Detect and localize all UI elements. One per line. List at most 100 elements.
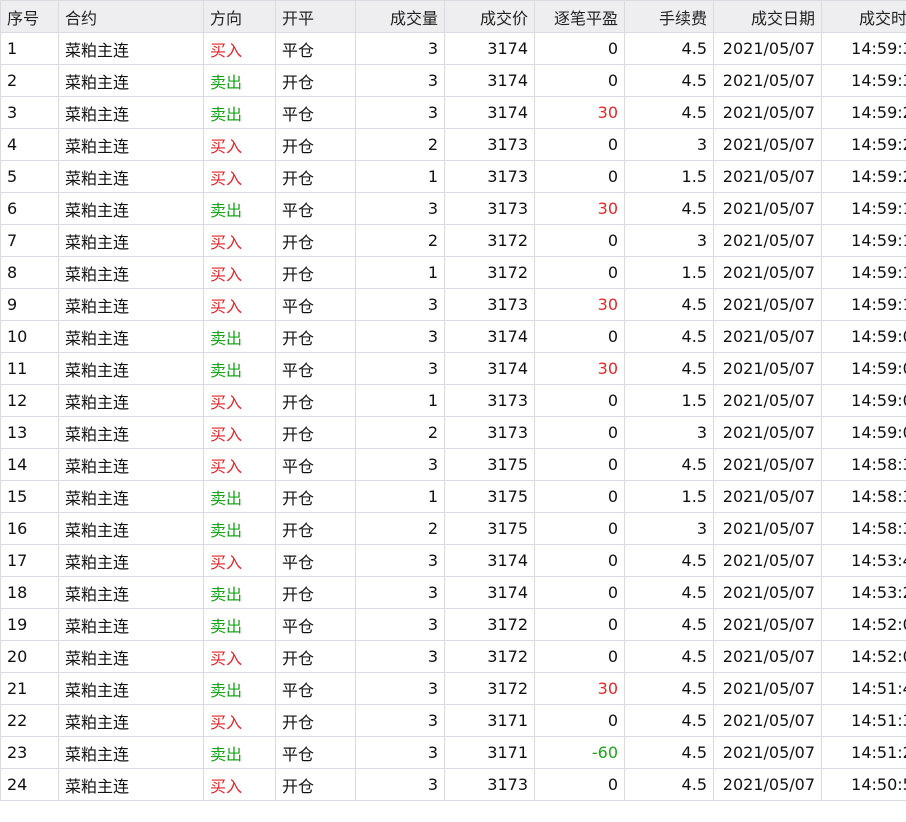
- cell-seq: 8: [0, 256, 59, 289]
- table-row[interactable]: 6菜粕主连卖出平仓33173304.52021/05/0714:59:19: [0, 192, 906, 225]
- cell-direction: 买入: [203, 416, 276, 449]
- cell-time: 14:51:22: [821, 736, 906, 769]
- cell-price: 3175: [444, 480, 535, 513]
- cell-direction: 买入: [203, 704, 276, 737]
- cell-date: 2021/05/07: [713, 672, 822, 705]
- cell-qty: 3: [355, 768, 445, 801]
- cell-fee: 4.5: [624, 768, 714, 801]
- cell-openclose: 平仓: [275, 352, 356, 385]
- table-row[interactable]: 5菜粕主连买入开仓1317301.52021/05/0714:59:21: [0, 160, 906, 193]
- cell-direction: 买入: [203, 128, 276, 161]
- cell-pnl: 0: [534, 544, 625, 577]
- cell-fee: 3: [624, 224, 714, 257]
- cell-qty: 3: [355, 320, 445, 353]
- cell-time: 14:52:04: [821, 640, 906, 673]
- table-row[interactable]: 9菜粕主连买入平仓33173304.52021/05/0714:59:10: [0, 288, 906, 321]
- cell-qty: 1: [355, 384, 445, 417]
- cell-pnl: 30: [534, 288, 625, 321]
- column-header-pnl[interactable]: 逐笔平盈: [534, 0, 625, 33]
- cell-time: 14:59:30: [821, 64, 906, 97]
- cell-qty: 2: [355, 512, 445, 545]
- cell-contract: 菜粕主连: [58, 384, 204, 417]
- cell-pnl: 0: [534, 480, 625, 513]
- cell-date: 2021/05/07: [713, 704, 822, 737]
- table-row[interactable]: 22菜粕主连买入开仓3317104.52021/05/0714:51:35: [0, 704, 906, 737]
- column-header-qty[interactable]: 成交量: [355, 0, 445, 33]
- cell-seq: 22: [0, 704, 59, 737]
- cell-openclose: 开仓: [275, 512, 356, 545]
- cell-openclose: 开仓: [275, 64, 356, 97]
- cell-contract: 菜粕主连: [58, 544, 204, 577]
- cell-seq: 2: [0, 64, 59, 97]
- cell-direction: 卖出: [203, 480, 276, 513]
- table-row[interactable]: 20菜粕主连买入开仓3317204.52021/05/0714:52:04: [0, 640, 906, 673]
- table-row[interactable]: 8菜粕主连买入开仓1317201.52021/05/0714:59:18: [0, 256, 906, 289]
- cell-openclose: 平仓: [275, 32, 356, 65]
- cell-fee: 4.5: [624, 320, 714, 353]
- cell-direction: 买入: [203, 288, 276, 321]
- table-row[interactable]: 17菜粕主连买入平仓3317404.52021/05/0714:53:42: [0, 544, 906, 577]
- column-header-direction[interactable]: 方向: [203, 0, 276, 33]
- cell-time: 14:51:49: [821, 672, 906, 705]
- cell-seq: 4: [0, 128, 59, 161]
- table-row[interactable]: 24菜粕主连买入开仓3317304.52021/05/0714:50:59: [0, 768, 906, 801]
- column-header-price[interactable]: 成交价: [444, 0, 535, 33]
- cell-openclose: 平仓: [275, 192, 356, 225]
- cell-fee: 4.5: [624, 32, 714, 65]
- table-row[interactable]: 15菜粕主连卖出开仓1317501.52021/05/0714:58:31: [0, 480, 906, 513]
- cell-date: 2021/05/07: [713, 576, 822, 609]
- cell-fee: 4.5: [624, 736, 714, 769]
- cell-date: 2021/05/07: [713, 64, 822, 97]
- table-row[interactable]: 2菜粕主连卖出开仓3317404.52021/05/0714:59:30: [0, 64, 906, 97]
- cell-price: 3175: [444, 448, 535, 481]
- column-header-seq[interactable]: 序号: [0, 0, 59, 33]
- cell-openclose: 开仓: [275, 768, 356, 801]
- cell-pnl: 30: [534, 192, 625, 225]
- cell-qty: 3: [355, 352, 445, 385]
- table-row[interactable]: 18菜粕主连卖出开仓3317404.52021/05/0714:53:22: [0, 576, 906, 609]
- table-row[interactable]: 10菜粕主连卖出开仓3317404.52021/05/0714:59:06: [0, 320, 906, 353]
- cell-date: 2021/05/07: [713, 768, 822, 801]
- cell-date: 2021/05/07: [713, 544, 822, 577]
- table-row[interactable]: 1菜粕主连买入平仓3317404.52021/05/0714:59:33: [0, 32, 906, 65]
- cell-direction: 买入: [203, 256, 276, 289]
- cell-price: 3172: [444, 608, 535, 641]
- cell-direction: 卖出: [203, 192, 276, 225]
- cell-fee: 4.5: [624, 64, 714, 97]
- cell-date: 2021/05/07: [713, 32, 822, 65]
- cell-price: 3171: [444, 704, 535, 737]
- table-row[interactable]: 23菜粕主连卖出平仓33171-604.52021/05/0714:51:22: [0, 736, 906, 769]
- cell-pnl: 0: [534, 128, 625, 161]
- table-row[interactable]: 3菜粕主连卖出平仓33174304.52021/05/0714:59:25: [0, 96, 906, 129]
- cell-qty: 3: [355, 672, 445, 705]
- cell-date: 2021/05/07: [713, 640, 822, 673]
- column-header-date[interactable]: 成交日期: [713, 0, 822, 33]
- cell-contract: 菜粕主连: [58, 160, 204, 193]
- table-row[interactable]: 16菜粕主连卖出开仓23175032021/05/0714:58:31: [0, 512, 906, 545]
- table-row[interactable]: 19菜粕主连卖出平仓3317204.52021/05/0714:52:06: [0, 608, 906, 641]
- cell-direction: 卖出: [203, 672, 276, 705]
- table-row[interactable]: 12菜粕主连买入开仓1317301.52021/05/0714:59:04: [0, 384, 906, 417]
- cell-openclose: 开仓: [275, 224, 356, 257]
- cell-direction: 买入: [203, 160, 276, 193]
- table-row[interactable]: 13菜粕主连买入开仓23173032021/05/0714:59:03: [0, 416, 906, 449]
- cell-date: 2021/05/07: [713, 416, 822, 449]
- table-row[interactable]: 11菜粕主连卖出平仓33174304.52021/05/0714:59:04: [0, 352, 906, 385]
- cell-date: 2021/05/07: [713, 608, 822, 641]
- table-row[interactable]: 4菜粕主连买入开仓23173032021/05/0714:59:22: [0, 128, 906, 161]
- cell-contract: 菜粕主连: [58, 448, 204, 481]
- cell-fee: 1.5: [624, 160, 714, 193]
- column-header-time[interactable]: 成交时间: [821, 0, 906, 33]
- cell-seq: 3: [0, 96, 59, 129]
- column-header-openclose[interactable]: 开平: [275, 0, 356, 33]
- table-row[interactable]: 7菜粕主连买入开仓23172032021/05/0714:59:19: [0, 224, 906, 257]
- table-row[interactable]: 14菜粕主连买入平仓3317504.52021/05/0714:58:35: [0, 448, 906, 481]
- cell-price: 3173: [444, 128, 535, 161]
- cell-pnl: 30: [534, 352, 625, 385]
- column-header-contract[interactable]: 合约: [58, 0, 204, 33]
- table-row[interactable]: 21菜粕主连卖出平仓33172304.52021/05/0714:51:49: [0, 672, 906, 705]
- cell-qty: 3: [355, 608, 445, 641]
- cell-pnl: 0: [534, 448, 625, 481]
- column-header-fee[interactable]: 手续费: [624, 0, 714, 33]
- cell-seq: 15: [0, 480, 59, 513]
